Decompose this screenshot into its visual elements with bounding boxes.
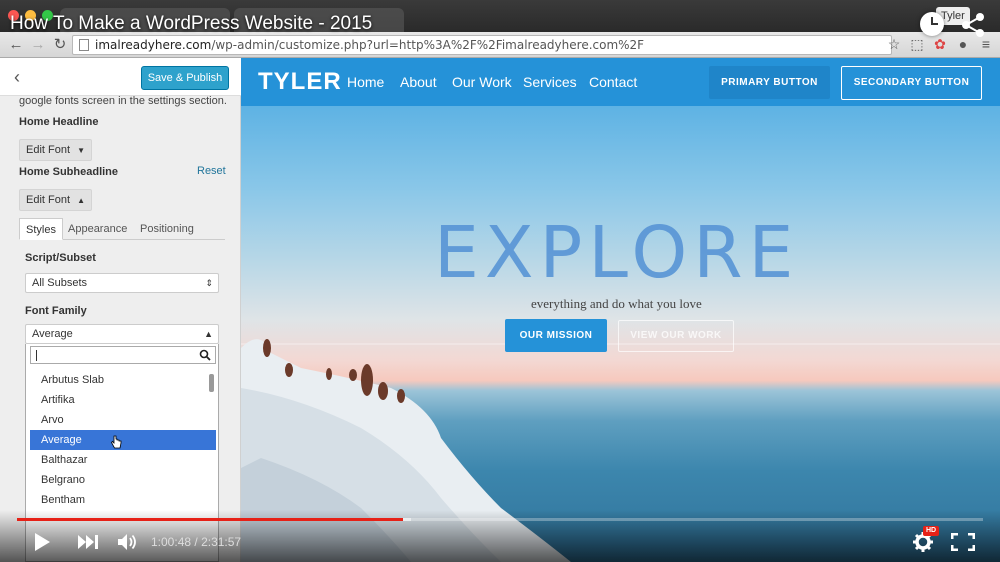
tab-appearance[interactable]: Appearance bbox=[62, 218, 133, 240]
hd-badge: HD bbox=[923, 526, 939, 536]
nav-services[interactable]: Services bbox=[523, 74, 577, 90]
list-item[interactable]: Belgrano bbox=[30, 470, 216, 490]
site-logo[interactable]: TYLER bbox=[258, 68, 342, 96]
duration: 2:31:57 bbox=[201, 535, 242, 549]
customizer-sidebar: ‹ Save & Publish google fonts screen in … bbox=[0, 58, 241, 562]
extension-circle-icon[interactable]: ● bbox=[955, 36, 971, 52]
share-icon[interactable] bbox=[958, 12, 988, 38]
back-arrow-icon[interactable]: ← bbox=[7, 36, 25, 54]
text-caret bbox=[36, 350, 37, 361]
edit-font-button-subheadline[interactable]: Edit Font ▲ bbox=[19, 189, 93, 211]
tab-styles[interactable]: Styles bbox=[19, 218, 63, 240]
url-host: imalreadyhere.com bbox=[95, 38, 212, 52]
hero-subtitle: everything and do what you love bbox=[531, 296, 702, 311]
screen-capture-icon[interactable]: ⬚ bbox=[909, 36, 925, 52]
view-our-work-button[interactable]: VIEW OUR WORK bbox=[618, 320, 734, 352]
list-item[interactable]: Balthazar bbox=[30, 450, 216, 470]
tab-positioning[interactable]: Positioning bbox=[134, 218, 200, 240]
play-icon[interactable] bbox=[33, 532, 51, 552]
our-mission-button[interactable]: OUR MISSION bbox=[505, 319, 607, 352]
url-field[interactable]: imalreadyhere.com/wp-admin/customize.php… bbox=[72, 35, 892, 55]
site-navbar: TYLER Home About Our Work Services Conta… bbox=[241, 58, 1000, 106]
address-toolbar: ← → ↻ imalreadyhere.com/wp-admin/customi… bbox=[0, 32, 1000, 58]
nav-our-work[interactable]: Our Work bbox=[452, 74, 512, 90]
video-title[interactable]: How To Make a WordPress Website - 2015 bbox=[10, 13, 372, 35]
search-icon bbox=[199, 349, 211, 361]
edit-font-button-headline[interactable]: Edit Font ▼ bbox=[19, 139, 93, 161]
font-family-label: Font Family bbox=[25, 305, 87, 317]
settings-intro-text: google fonts screen in the settings sect… bbox=[19, 95, 227, 107]
script-subset-label: Script/Subset bbox=[25, 252, 96, 264]
list-item[interactable]: Bentham bbox=[30, 490, 216, 510]
font-options-tabs: Styles Appearance Positioning bbox=[19, 218, 225, 240]
caret-up-icon: ▲ bbox=[77, 196, 86, 205]
color-extension-icon[interactable]: ✿ bbox=[932, 36, 948, 52]
nav-contact[interactable]: Contact bbox=[589, 74, 637, 90]
reload-icon[interactable]: ↻ bbox=[51, 36, 69, 54]
customizer-header: ‹ Save & Publish bbox=[0, 58, 241, 96]
menu-icon[interactable]: ≡ bbox=[978, 36, 994, 52]
star-icon[interactable]: ☆ bbox=[886, 36, 902, 52]
chevron-left-icon[interactable]: ‹ bbox=[14, 68, 20, 86]
save-publish-button[interactable]: Save & Publish bbox=[141, 66, 229, 90]
list-item[interactable]: Arvo bbox=[30, 410, 216, 430]
browser-extension-icons: ☆ ⬚ ✿ ● ≡ bbox=[886, 36, 994, 52]
script-subset-select[interactable]: All Subsets ⇕ bbox=[25, 273, 219, 293]
font-search-input[interactable] bbox=[30, 346, 216, 364]
list-item-selected[interactable]: Average bbox=[30, 430, 216, 450]
secondary-button[interactable]: SECONDARY BUTTON bbox=[841, 66, 982, 100]
watch-later-icon[interactable] bbox=[920, 12, 944, 36]
dropdown-scrollbar[interactable] bbox=[209, 374, 214, 392]
primary-button[interactable]: PRIMARY BUTTON bbox=[709, 66, 830, 99]
progress-bar[interactable] bbox=[17, 518, 983, 521]
next-icon[interactable] bbox=[77, 534, 99, 550]
fullscreen-icon[interactable] bbox=[951, 533, 975, 551]
list-item[interactable]: Artifika bbox=[30, 390, 216, 410]
hand-cursor-icon bbox=[111, 435, 122, 449]
site-preview: TYLER Home About Our Work Services Conta… bbox=[241, 58, 1000, 562]
page-icon bbox=[79, 39, 89, 51]
url-path: /wp-admin/customize.php?url=http%3A%2F%2… bbox=[211, 38, 645, 52]
reset-link[interactable]: Reset bbox=[197, 165, 226, 177]
progress-played bbox=[17, 518, 404, 521]
hero-title: EXPLORE bbox=[434, 211, 800, 294]
font-options-list: Arbutus Slab Artifika Arvo Average Balth… bbox=[30, 370, 216, 510]
volume-icon[interactable] bbox=[117, 533, 139, 551]
home-headline-label: Home Headline bbox=[19, 116, 99, 128]
caret-down-icon: ▼ bbox=[77, 146, 86, 155]
forward-arrow-icon[interactable]: → bbox=[29, 36, 47, 54]
font-family-select[interactable]: Average ▲ bbox=[25, 324, 219, 344]
current-time: 1:00:48 bbox=[151, 535, 192, 549]
edit-font-label: Edit Font bbox=[26, 194, 71, 206]
font-family-value: Average bbox=[32, 328, 73, 340]
time-separator: / bbox=[191, 535, 202, 549]
nav-about[interactable]: About bbox=[400, 74, 437, 90]
script-subset-value: All Subsets bbox=[32, 277, 88, 289]
list-item[interactable]: Arbutus Slab bbox=[30, 370, 216, 390]
updown-arrows-icon: ⇕ bbox=[205, 278, 213, 288]
caret-up-icon: ▲ bbox=[204, 329, 213, 339]
home-subheadline-label: Home Subheadline bbox=[19, 166, 119, 178]
nav-home[interactable]: Home bbox=[347, 74, 384, 90]
edit-font-label: Edit Font bbox=[26, 144, 71, 156]
time-display: 1:00:48 / 2:31:57 bbox=[151, 535, 241, 549]
